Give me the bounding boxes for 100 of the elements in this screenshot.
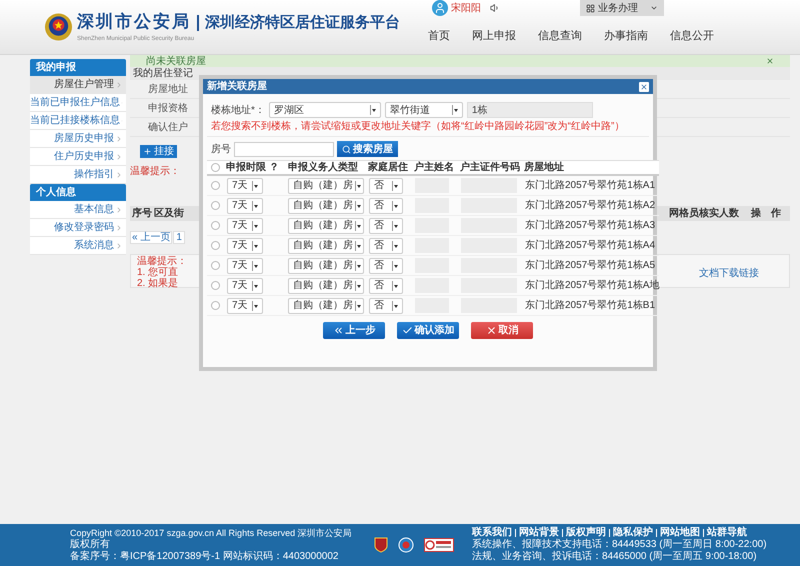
declarant-type-select[interactable]: 自购（建）房 [288, 278, 364, 294]
cancel-button[interactable]: 取消 [471, 322, 533, 339]
caret-icon [355, 260, 361, 270]
caret-icon [252, 200, 258, 210]
sidebar-item[interactable]: 基本信息 [30, 201, 126, 219]
tip-text: 1. 您可直 [137, 267, 178, 278]
column-header: 户主证件号码 [460, 162, 520, 174]
period-select[interactable]: 7天 [227, 278, 263, 294]
previous-page-link[interactable]: « 上一页 [130, 231, 172, 244]
district-select[interactable]: 罗湖区 [268, 102, 381, 118]
declarant-type-select[interactable]: 自购（建）房 [288, 238, 364, 254]
caret-icon [392, 200, 398, 210]
sidebar-item[interactable]: 房屋住户管理 [30, 76, 126, 94]
column-header: 申报时限 ？ [226, 162, 279, 174]
sidebar-item[interactable]: 当前已申报住户信息 [30, 94, 126, 112]
period-select[interactable]: 7天 [227, 218, 263, 234]
family-residence-select[interactable]: 否 [369, 238, 403, 254]
footer-link[interactable]: 联系我们 [472, 527, 512, 539]
declarant-type-select[interactable]: 自购（建）房 [288, 298, 364, 314]
caret-icon [252, 300, 258, 310]
icp-text: 备案序号：粤ICP备12007389号-1 网站标识码：4403000002 [70, 551, 340, 563]
checkbox[interactable] [210, 201, 220, 210]
room-label: 房号 [211, 142, 231, 156]
notice-bar: 尚未关联房屋 [130, 55, 790, 67]
declarant-type-select[interactable]: 自购（建）房 [288, 218, 364, 234]
nav-link[interactable]: 信息公开 [670, 28, 714, 44]
address-label: 楼栋地址*： [211, 104, 265, 118]
double-left-icon [332, 325, 344, 336]
declarant-type-select[interactable]: 自购（建）房 [288, 258, 364, 274]
column-header: 序号 [131, 206, 153, 221]
plus-icon [143, 147, 152, 156]
street-select[interactable]: 翠竹街道 [384, 102, 463, 118]
column-header: 户主姓名 [414, 162, 454, 174]
family-residence-select[interactable]: 否 [369, 178, 403, 194]
period-select[interactable]: 7天 [227, 198, 263, 214]
sidebar-section-header: 个人信息 [30, 184, 126, 201]
volume-icon[interactable] [490, 3, 500, 13]
caret-icon [355, 220, 361, 230]
nav-link[interactable]: 首页 [428, 28, 450, 44]
caret-icon [252, 240, 258, 250]
declarant-type-select[interactable]: 自购（建）房 [288, 198, 364, 214]
close-icon[interactable] [766, 57, 774, 65]
family-residence-select[interactable]: 否 [369, 198, 403, 214]
business-menu-button[interactable]: 业务办理 [580, 0, 664, 16]
nav-link[interactable]: 信息查询 [538, 28, 582, 44]
form-label: 房屋地址 [148, 82, 188, 96]
checkbox[interactable] [210, 281, 220, 290]
footer-link[interactable]: 版权声明 [566, 527, 606, 539]
confirm-button[interactable]: 确认添加 [397, 322, 459, 339]
sidebar-item[interactable]: 系统消息 [30, 237, 126, 255]
sidebar-item[interactable]: 操作指引 [30, 166, 126, 184]
table-cell-text: 东门北路2057号翠竹苑1栋A1 [524, 178, 656, 193]
download-link[interactable]: 文档下载链接 [699, 266, 759, 287]
user-name[interactable]: 宋阳阳 [451, 0, 481, 16]
checkbox[interactable] [210, 163, 220, 172]
footer-link[interactable]: 网站地图 [660, 527, 700, 539]
attach-button[interactable]: 挂接 [140, 145, 177, 158]
caret-icon [355, 180, 361, 190]
dialog-title: 新增关联房屋 [207, 79, 267, 94]
sidebar-item[interactable]: 当前已挂接楼栋信息 [30, 112, 126, 130]
table-cell-text: 东门北路2057号翠竹苑1栋A3 [524, 218, 656, 233]
checkbox[interactable] [210, 221, 220, 230]
checkbox[interactable] [210, 261, 220, 270]
footer-link[interactable]: 站群导航 [707, 527, 747, 539]
period-select[interactable]: 7天 [227, 298, 263, 314]
period-select[interactable]: 7天 [227, 178, 263, 194]
back-button[interactable]: 上一步 [323, 322, 385, 339]
sidebar-item[interactable]: 住户历史申报 [30, 148, 126, 166]
family-residence-select[interactable]: 否 [369, 218, 403, 234]
caret-icon [252, 180, 258, 190]
declarant-type-select[interactable]: 自购（建）房 [288, 178, 364, 194]
nav-link[interactable]: 网上申报 [472, 28, 516, 44]
checkbox[interactable] [210, 241, 220, 250]
family-residence-select[interactable]: 否 [369, 258, 403, 274]
chevron-right-icon [115, 170, 123, 178]
checkbox[interactable] [210, 301, 220, 310]
period-select[interactable]: 7天 [227, 258, 263, 274]
sidebar-item[interactable]: 修改登录密码 [30, 219, 126, 237]
room-field[interactable] [234, 142, 334, 156]
nav-link[interactable]: 办事指南 [604, 28, 648, 44]
avatar-icon [432, 0, 448, 16]
grid-icon [586, 4, 595, 12]
caret-icon [452, 105, 458, 115]
form-label: 申报资格 [148, 102, 188, 116]
period-select[interactable]: 7天 [227, 238, 263, 254]
caret-icon [355, 300, 361, 310]
caret-icon [392, 180, 398, 190]
family-residence-select[interactable]: 否 [369, 278, 403, 294]
sidebar-item[interactable]: 房屋历史申报 [30, 130, 126, 148]
building-field[interactable]: 1栋 [466, 102, 593, 118]
close-button[interactable] [639, 82, 649, 92]
page-link[interactable]: 1 [173, 231, 185, 244]
caret-icon [252, 280, 258, 290]
chevron-right-icon [115, 134, 123, 142]
site-title: 深圳市公安局 [77, 10, 191, 34]
family-residence-select[interactable]: 否 [369, 298, 403, 314]
checkbox[interactable] [210, 181, 220, 190]
search-button[interactable]: 搜索房屋 [337, 141, 398, 157]
footer-link[interactable]: 隐私保护 [613, 527, 653, 539]
footer-link[interactable]: 网站背景 [519, 527, 559, 539]
